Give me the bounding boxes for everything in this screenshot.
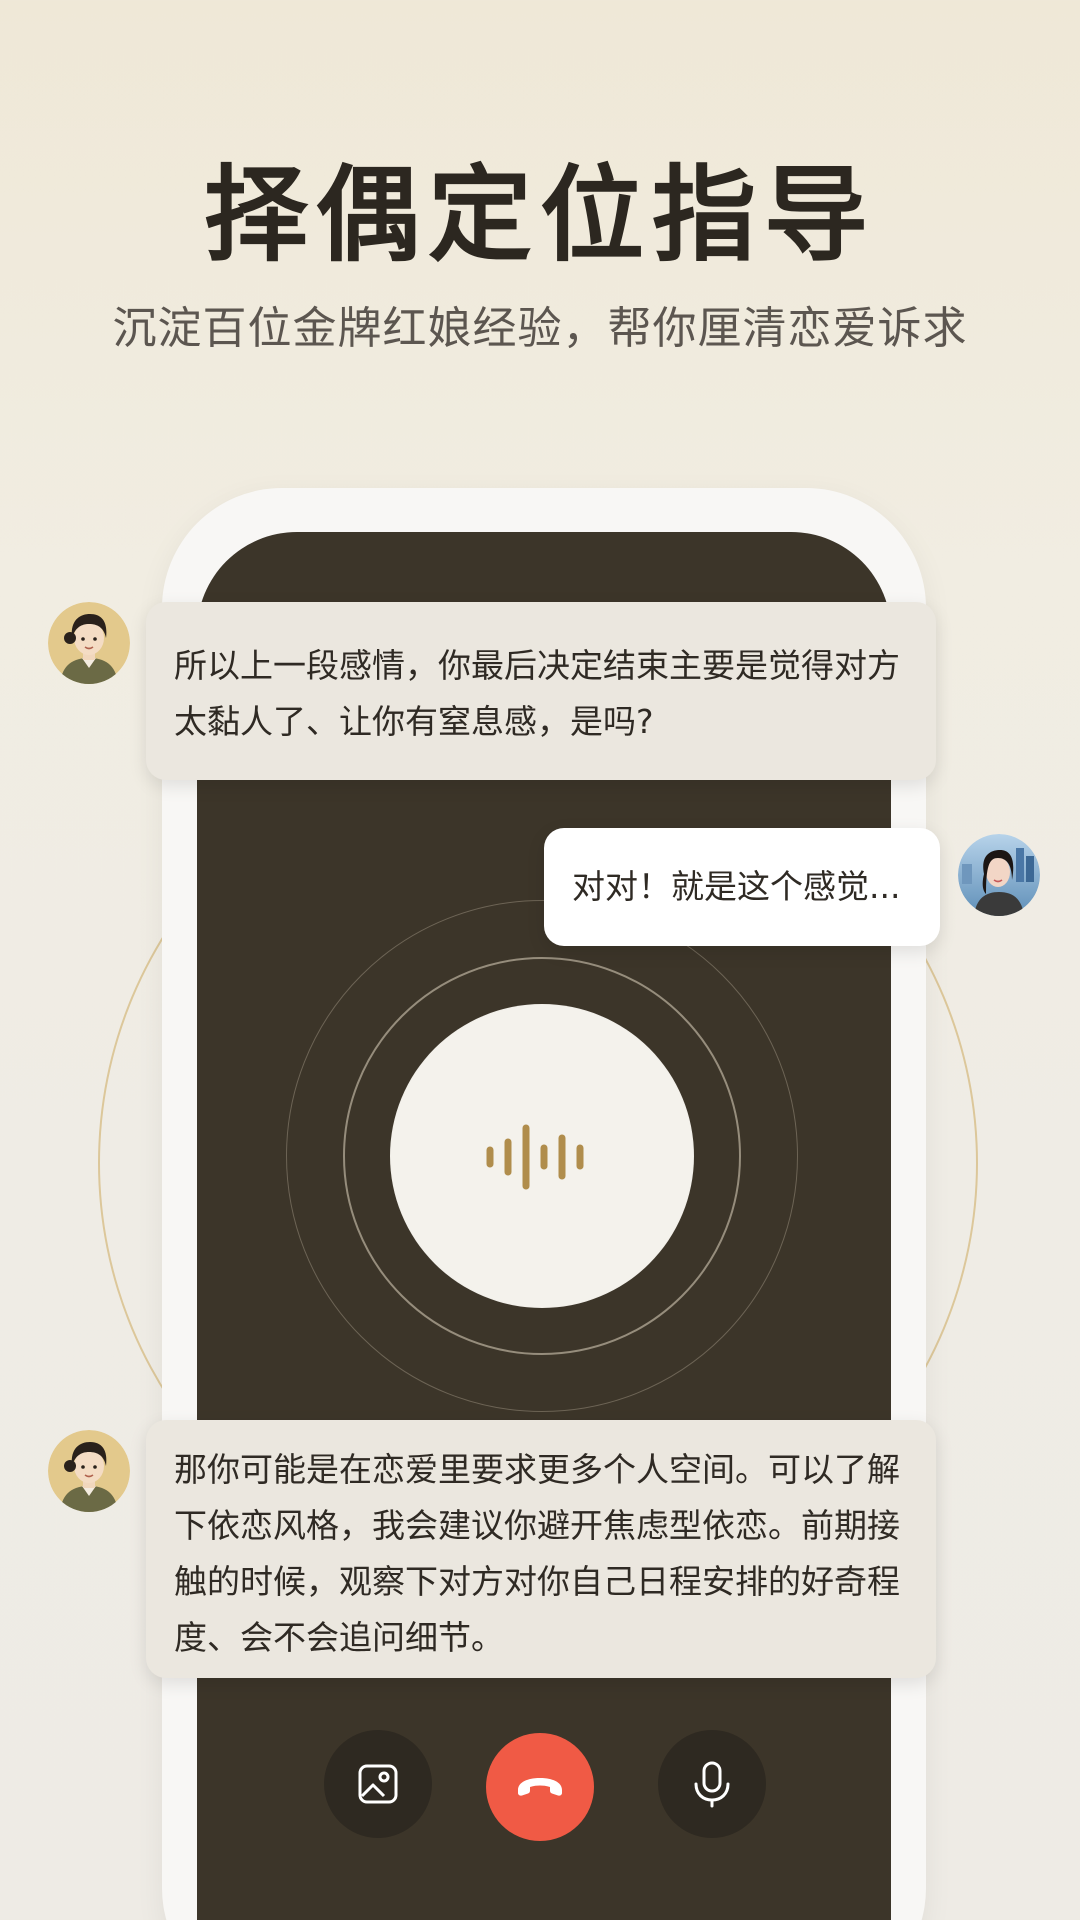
page-title: 择偶定位指导 (203, 153, 876, 276)
matchmaker-avatar (48, 1430, 130, 1512)
hang-up-icon (518, 1778, 562, 1796)
ai-message-bubble: 那你可能是在恋爱里要求更多个人空间。可以了解下依恋风格，我会建议你避开焦虑型依恋… (146, 1420, 936, 1678)
ai-message-bubble: 所以上一段感情，你最后决定结束主要是觉得对方太黏人了、让你有窒息感，是吗? (146, 602, 936, 780)
matchmaker-avatar (48, 602, 130, 684)
microphone-button[interactable] (658, 1730, 766, 1838)
image-icon (358, 1764, 398, 1804)
hang-up-button[interactable] (486, 1733, 594, 1841)
user-avatar (958, 834, 1040, 916)
page-subtitle: 沉淀百位金牌红娘经验，帮你厘清恋爱诉求 (112, 303, 968, 354)
user-message-bubble: 对对！就是这个感觉... (544, 828, 940, 946)
sound-wave-icon (486, 1124, 584, 1190)
microphone-icon (694, 1761, 730, 1808)
send-image-button[interactable] (324, 1730, 432, 1838)
